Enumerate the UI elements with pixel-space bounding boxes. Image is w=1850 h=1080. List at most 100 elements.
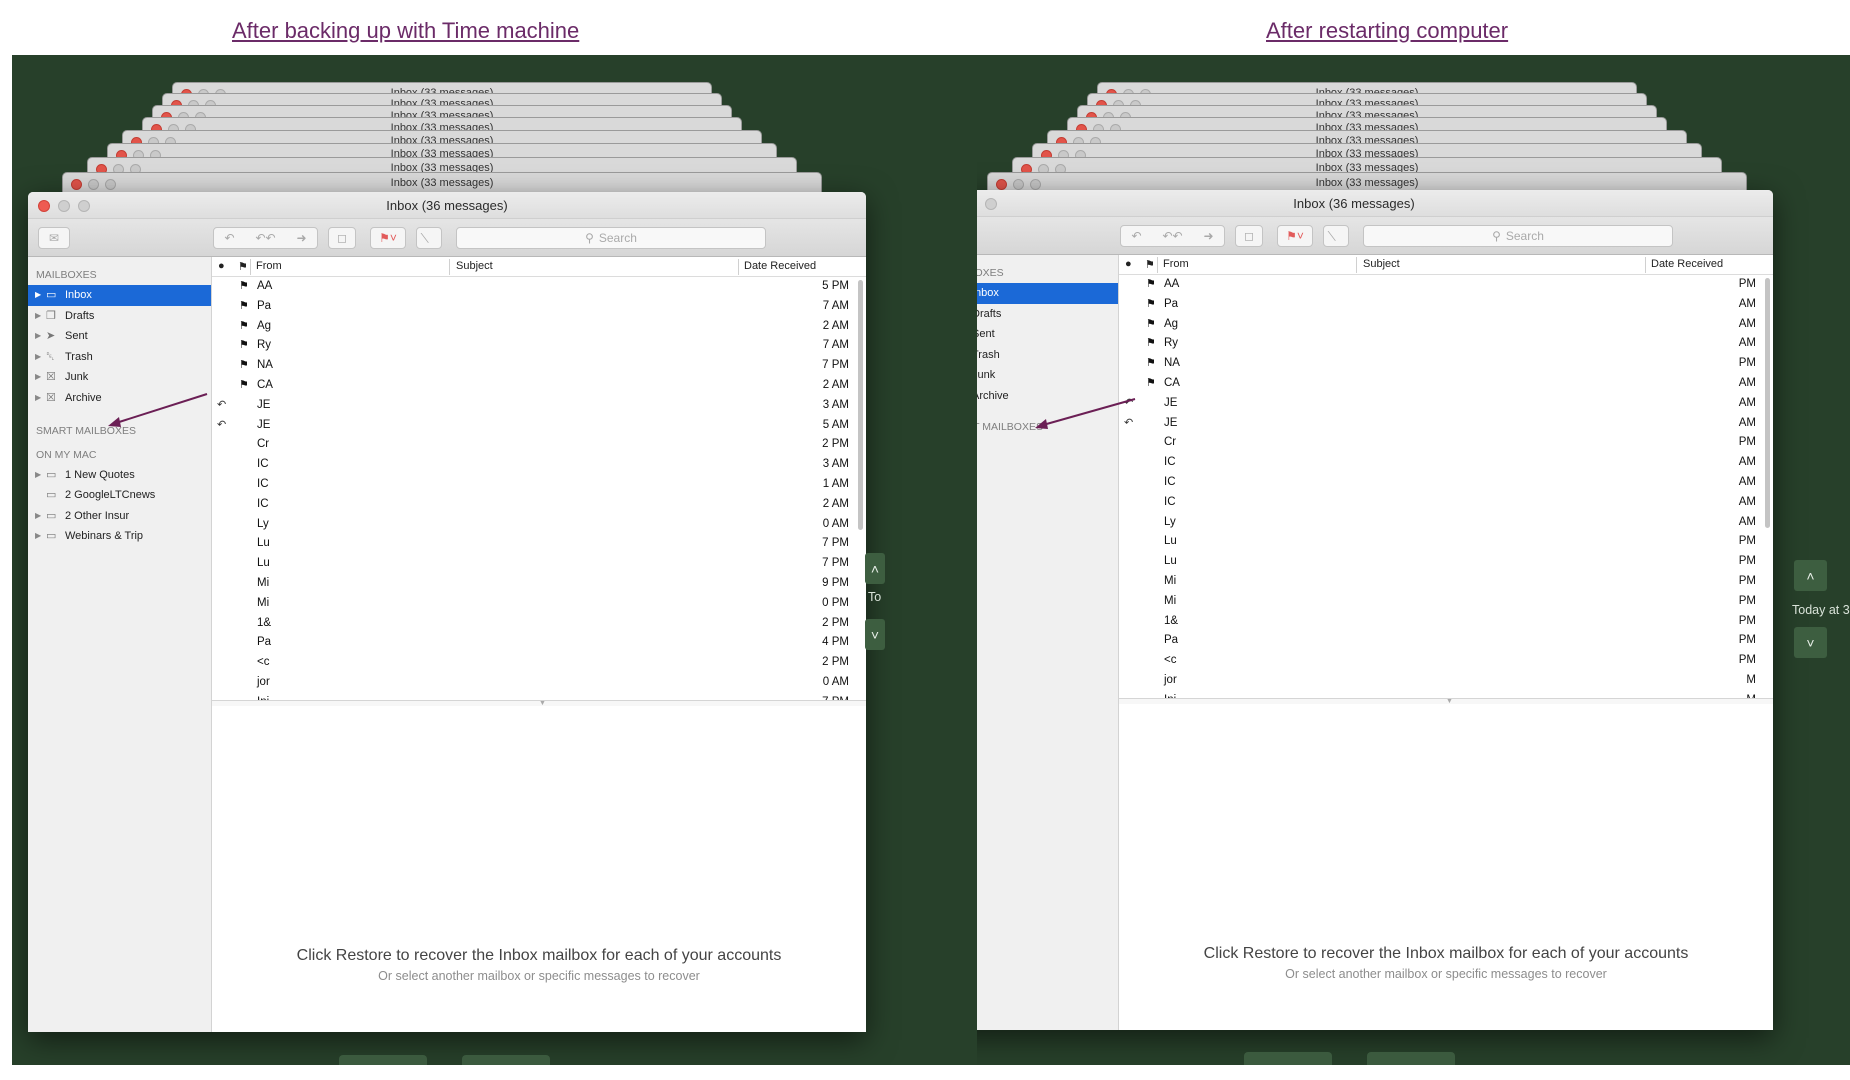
sidebar-item-drafts[interactable]: ▶❐Drafts (977, 304, 1118, 325)
disclosure-triangle-icon[interactable]: ▶ (35, 306, 41, 327)
message-row[interactable]: Ly AM (1119, 513, 1773, 533)
message-row[interactable]: Lu PM (1119, 552, 1773, 572)
message-row[interactable]: IC 2 AM (212, 495, 866, 515)
message-row[interactable]: Cr 2 PM (212, 435, 866, 455)
message-row[interactable]: Pa 4 PM (212, 633, 866, 653)
local-mailbox-item[interactable]: ▶ ▭ 2 Other Insur (28, 506, 211, 527)
message-row[interactable]: ↶ JE 3 AM (212, 396, 866, 416)
message-row[interactable]: ⚑ Ag AM (1119, 315, 1773, 335)
sidebar-item-junk[interactable]: ▶☒Junk (28, 367, 211, 388)
get-mail-icon[interactable]: ✉ (38, 227, 70, 249)
message-row[interactable]: ⚑ Pa AM (1119, 295, 1773, 315)
message-row[interactable]: ↶ JE AM (1119, 414, 1773, 434)
mail-window[interactable]: Inbox (36 messages) ✉ ↶ ↶↶ ➜ ◻ ⚑˅ ⃥ ⚲ Se… (977, 190, 1773, 1030)
disclosure-triangle-icon[interactable]: ▶ (35, 465, 41, 486)
disclosure-triangle-icon[interactable]: ▶ (35, 388, 41, 409)
delete-icon[interactable]: ⃥ (1323, 225, 1349, 247)
move-icon[interactable]: ◻ (328, 227, 356, 249)
unread-column[interactable]: ● (218, 260, 225, 272)
delete-icon[interactable]: ⃥ (416, 227, 442, 249)
message-row[interactable]: Lu 7 PM (212, 554, 866, 574)
message-row[interactable]: ⚑ AA PM (1119, 275, 1773, 295)
restore-button[interactable] (1367, 1052, 1455, 1065)
message-row[interactable]: Mi PM (1119, 592, 1773, 612)
message-row[interactable]: Lu PM (1119, 532, 1773, 552)
message-row[interactable]: Lu 7 PM (212, 534, 866, 554)
scrollbar[interactable] (1765, 278, 1770, 528)
flag-column[interactable]: ⚑ (238, 260, 248, 273)
message-row[interactable]: Cr PM (1119, 433, 1773, 453)
message-row[interactable]: Mi PM (1119, 572, 1773, 592)
reply-buttons[interactable]: ↶ ↶↶ ➜ (1120, 225, 1225, 247)
date-column[interactable]: Date Received (744, 260, 816, 272)
search-input[interactable]: ⚲ Search (456, 227, 766, 249)
sidebar-item-junk[interactable]: ▶☒Junk (977, 365, 1118, 386)
mail-window[interactable]: Inbox (36 messages) ✉ ↶ ↶↶ ➜ ◻ ⚑˅ ⃥ ⚲ Se… (28, 192, 866, 1032)
flag-icon[interactable]: ⚑˅ (1277, 225, 1313, 247)
message-row[interactable]: ⚑ Pa 7 AM (212, 297, 866, 317)
timeline-up-button[interactable]: ˄ (865, 553, 885, 584)
move-icon[interactable]: ◻ (1235, 225, 1263, 247)
message-row[interactable]: ↶ JE AM (1119, 394, 1773, 414)
message-row[interactable]: ⚑ NA 7 PM (212, 356, 866, 376)
sidebar-item-drafts[interactable]: ▶❐Drafts (28, 306, 211, 327)
cancel-button[interactable] (1244, 1052, 1332, 1065)
message-row[interactable]: Mi 0 PM (212, 594, 866, 614)
sidebar-item-trash[interactable]: ▶␡Trash (28, 347, 211, 368)
message-row[interactable]: IC AM (1119, 453, 1773, 473)
timeline-up-button[interactable]: ˄ (1794, 560, 1827, 591)
search-input[interactable]: ⚲ Search (1363, 225, 1673, 247)
message-row[interactable]: ⚑ CA 2 AM (212, 376, 866, 396)
sidebar-item-sent[interactable]: ▶➤Sent (977, 324, 1118, 345)
cancel-button[interactable] (339, 1055, 427, 1065)
split-divider[interactable]: ▼ (212, 700, 866, 707)
forward-icon[interactable]: ➜ (296, 231, 306, 245)
flag-icon[interactable]: ⚑˅ (370, 227, 406, 249)
subject-column[interactable]: Subject (1363, 258, 1400, 270)
split-divider[interactable]: ▼ (1119, 698, 1773, 705)
message-row[interactable]: IC AM (1119, 473, 1773, 493)
message-list[interactable]: ● ⚑ From Subject Date Received ⚑ AA 5 PM ⚑ P… (212, 257, 866, 700)
message-row[interactable]: ⚑ Ag 2 AM (212, 317, 866, 337)
sidebar-item-sent[interactable]: ▶➤Sent (28, 326, 211, 347)
timeline-down-button[interactable]: ˅ (865, 619, 885, 650)
sidebar-item-inbox[interactable]: ▶ ▭ Inbox (28, 285, 211, 306)
message-row[interactable]: IC AM (1119, 493, 1773, 513)
restore-button[interactable] (462, 1055, 550, 1065)
disclosure-triangle-icon[interactable]: ▶ (35, 506, 41, 527)
local-mailbox-item[interactable]: ▶ ▭ Webinars & Trip (28, 526, 211, 547)
date-column[interactable]: Date Received (1651, 258, 1723, 270)
reply-icon[interactable]: ↶ (224, 231, 234, 245)
message-row[interactable]: 1& 2 PM (212, 614, 866, 634)
subject-column[interactable]: Subject (456, 260, 493, 272)
message-row[interactable]: <c 2 PM (212, 653, 866, 673)
reply-all-icon[interactable]: ↶↶ (255, 231, 275, 245)
from-column[interactable]: From (256, 260, 282, 272)
flag-column[interactable]: ⚑ (1145, 258, 1155, 271)
message-row[interactable]: Mi 9 PM (212, 574, 866, 594)
message-row[interactable]: ⚑ AA 5 PM (212, 277, 866, 297)
message-row[interactable]: Ly 0 AM (212, 515, 866, 535)
local-mailbox-item[interactable]: ▶ ▭ 1 New Quotes (28, 465, 211, 486)
forward-icon[interactable]: ➜ (1203, 229, 1213, 243)
scrollbar[interactable] (858, 280, 863, 530)
disclosure-triangle-icon[interactable]: ▶ (35, 285, 41, 306)
timeline-down-button[interactable]: ˅ (1794, 627, 1827, 658)
message-row[interactable]: jor M (1119, 671, 1773, 691)
from-column[interactable]: From (1163, 258, 1189, 270)
message-row[interactable]: IC 1 AM (212, 475, 866, 495)
message-row[interactable]: IniM (1119, 691, 1773, 698)
message-row[interactable]: ⚑ Ry 7 AM (212, 336, 866, 356)
reply-buttons[interactable]: ↶ ↶↶ ➜ (213, 227, 318, 249)
local-mailbox-item[interactable]: ▭ 2 GoogleLTCnews (28, 485, 211, 506)
message-row[interactable]: ↶ JE 5 AM (212, 416, 866, 436)
unread-column[interactable]: ● (1125, 258, 1132, 270)
reply-all-icon[interactable]: ↶↶ (1162, 229, 1182, 243)
message-row[interactable]: Pa PM (1119, 631, 1773, 651)
message-row[interactable]: <c PM (1119, 651, 1773, 671)
message-row[interactable]: 1& PM (1119, 612, 1773, 632)
message-row[interactable]: IC 3 AM (212, 455, 866, 475)
message-row[interactable]: Ini7 PM (212, 693, 866, 700)
sidebar-item-trash[interactable]: ▶␡Trash (977, 345, 1118, 366)
disclosure-triangle-icon[interactable]: ▶ (35, 526, 41, 547)
